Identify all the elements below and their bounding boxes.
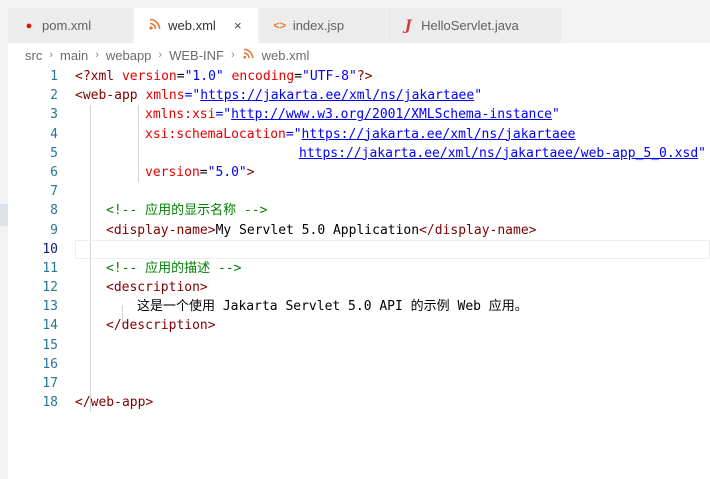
tab-index-jsp[interactable]: <> index.jsp <box>258 8 388 43</box>
line-number: 5 <box>50 145 58 161</box>
line-number: 12 <box>42 280 58 296</box>
line-number: 7 <box>50 184 58 200</box>
breadcrumb-item[interactable]: src <box>23 48 44 63</box>
tab-web-xml[interactable]: web.xml × <box>134 8 259 43</box>
line-number: 6 <box>50 164 58 180</box>
line-number: 1 <box>50 69 58 84</box>
code-line: <!-- 应用的显示名称 --> <box>106 203 268 219</box>
code-link[interactable]: https://jakarta.ee/xml/ns/jakartaee <box>302 127 576 142</box>
line-number: 8 <box>50 203 58 219</box>
code-line: </web-app> <box>75 395 154 411</box>
code-line: xsi:schemaLocation="https://jakarta.ee/x… <box>145 126 576 142</box>
line-number: 15 <box>42 337 58 353</box>
breadcrumb-item[interactable]: main <box>58 48 90 63</box>
breadcrumb-item[interactable]: webapp <box>104 48 154 63</box>
chevron-right-icon: › <box>95 49 99 61</box>
line-number: 4 <box>50 126 58 142</box>
line-number: 17 <box>42 376 58 391</box>
code-line: <display-name>My Servlet 5.0 Application… <box>106 222 537 238</box>
code-line: xmlns:xsi="http://www.w3.org/2001/XMLSch… <box>145 107 560 123</box>
code-text-area[interactable]: <?xml version="1.0" encoding="UTF-8"?> <… <box>75 67 710 412</box>
code-line: version="5.0"> <box>145 164 255 180</box>
line-number: 16 <box>42 356 58 372</box>
explorer-edge <box>0 8 8 479</box>
code-editor[interactable]: 1 2 3 4 5 6 7 8 9 10 11 12 13 14 15 16 1… <box>8 67 710 479</box>
chevron-right-icon: › <box>158 49 163 61</box>
breadcrumb-item[interactable]: WEB-INF <box>167 48 226 63</box>
breadcrumb-item[interactable]: web.xml <box>260 48 312 63</box>
tab-label: index.jsp <box>292 18 345 33</box>
line-number: 13 <box>42 299 58 315</box>
line-number-gutter: 1 2 3 4 5 6 7 8 9 10 11 12 13 14 15 16 1… <box>8 67 58 479</box>
editor-tab-bar: ● pom.xml web.xml × <> index.jsp J Hello… <box>8 8 710 43</box>
code-link[interactable]: https://jakarta.ee/xml/ns/jakartaee/web-… <box>299 146 698 161</box>
tab-label: web.xml <box>168 18 216 33</box>
code-link[interactable]: http://www.w3.org/2001/XMLSchema-instanc… <box>231 107 552 122</box>
line-number: 14 <box>42 318 58 334</box>
xml-rss-icon <box>242 48 256 62</box>
close-icon[interactable]: × <box>230 18 246 33</box>
tab-label: HelloServlet.java <box>421 18 519 33</box>
current-line <box>75 239 710 259</box>
window-top-strip <box>0 0 710 8</box>
explorer-selected-row <box>0 204 8 226</box>
code-line: <web-app xmlns="https://jakarta.ee/xml/n… <box>75 88 483 104</box>
line-number: 3 <box>50 107 58 123</box>
line-number: 10 <box>42 241 58 257</box>
xml-rss-icon <box>148 18 162 33</box>
tab-label: pom.xml <box>42 18 92 33</box>
line-number: 2 <box>50 88 58 104</box>
tab-pom-xml[interactable]: ● pom.xml <box>8 8 135 43</box>
line-number: 18 <box>42 395 58 411</box>
code-line: <?xml version="1.0" encoding="UTF-8"?> <box>75 69 373 84</box>
maven-file-icon: ● <box>25 19 33 32</box>
code-brackets-icon: <> <box>273 19 287 32</box>
chevron-right-icon: › <box>49 49 54 61</box>
breadcrumb: src › main › webapp › WEB-INF › web.xml <box>8 43 710 67</box>
chevron-right-icon: › <box>230 49 235 61</box>
code-line: 这是一个使用 Jakarta Servlet 5.0 API 的示例 Web 应… <box>137 299 528 315</box>
code-line: https://jakarta.ee/xml/ns/jakartaee/web-… <box>299 145 706 161</box>
line-number: 11 <box>42 260 58 276</box>
code-line: <!-- 应用的描述 --> <box>106 260 242 276</box>
code-line: <description> <box>106 280 208 296</box>
code-link[interactable]: https://jakarta.ee/xml/ns/jakartaee <box>200 88 474 103</box>
java-file-icon: J <box>404 17 412 34</box>
line-number: 9 <box>50 222 58 238</box>
tab-helloservlet-java[interactable]: J HelloServlet.java <box>387 8 562 43</box>
code-line: </description> <box>106 318 216 334</box>
